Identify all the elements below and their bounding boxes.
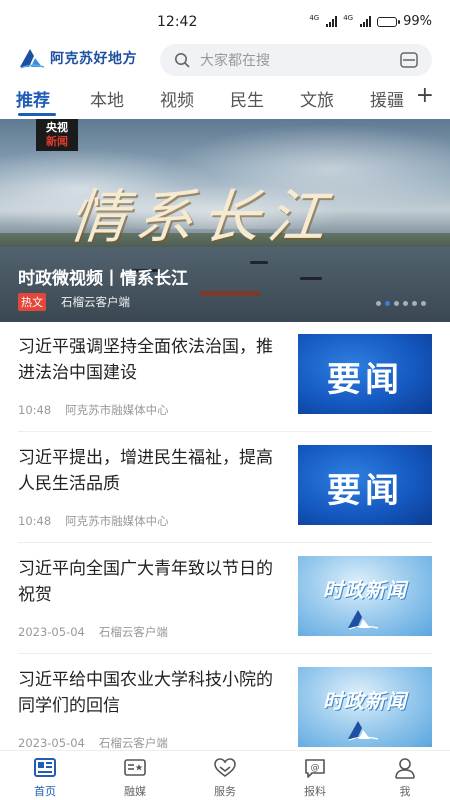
news-item[interactable]: 习近平向全国广大青年致以节日的祝贺 2023-05-04 石榴云客户端 时政新闻 <box>0 544 450 654</box>
status-time: 12:42 <box>157 14 198 30</box>
nav-profile[interactable]: 我 <box>375 757 435 799</box>
hot-tag: 热文 <box>18 293 46 311</box>
status-icons: 4G 4G 99% <box>309 13 432 30</box>
signal-icon <box>326 16 338 27</box>
news-thumbnail: 要闻 <box>298 445 432 525</box>
logo-line-1: 央视 <box>46 121 68 134</box>
status-bar: 12:42 4G 4G 99% <box>0 0 450 40</box>
boat <box>200 291 260 296</box>
profile-icon <box>395 758 415 779</box>
home-icon <box>34 758 56 777</box>
news-time: 10:48 <box>18 403 52 417</box>
tab-culture-tourism[interactable]: 文旅 <box>300 86 334 111</box>
report-icon: @ <box>305 759 325 778</box>
active-tab-indicator <box>18 113 56 116</box>
nav-label: 融媒 <box>124 785 146 798</box>
news-meta: 10:48 阿克苏市融媒体中心 <box>18 402 169 418</box>
news-title: 习近平强调坚持全面依法治国，推进法治中国建设 <box>18 337 273 383</box>
app-logo[interactable]: 阿克苏好地方 <box>18 46 137 70</box>
news-meta: 2023-05-04 石榴云客户端 <box>18 624 168 640</box>
carousel-dot[interactable] <box>403 301 408 306</box>
news-title: 习近平给中国农业大学科技小院的同学们的回信 <box>18 670 273 716</box>
search-placeholder: 大家都在搜 <box>200 53 270 69</box>
news-source: 阿克苏市融媒体中心 <box>65 403 169 417</box>
logo-line-2: 新闻 <box>46 135 68 148</box>
news-thumbnail: 时政新闻 <box>298 667 432 747</box>
nav-label: 首页 <box>34 785 56 798</box>
news-time: 2023-05-04 <box>18 625 85 639</box>
station-logo-icon <box>348 610 379 630</box>
news-time: 10:48 <box>18 514 52 528</box>
nav-label: 我 <box>399 785 411 798</box>
banner-calligraphy: 情系长江 <box>65 183 338 251</box>
banner-source: 石榴云客户端 <box>61 295 130 309</box>
nav-media[interactable]: 融媒 <box>105 757 165 799</box>
media-icon <box>124 759 146 776</box>
news-title: 习近平向全国广大青年致以节日的祝贺 <box>18 559 273 605</box>
news-item[interactable]: 习近平强调坚持全面依法治国，推进法治中国建设 10:48 阿克苏市融媒体中心 要闻 <box>0 322 450 432</box>
tab-video[interactable]: 视频 <box>160 86 194 111</box>
app-name: 阿克苏好地方 <box>50 51 137 67</box>
thumb-text: 时政新闻 <box>323 578 407 602</box>
boat <box>250 261 268 264</box>
carousel-dots <box>376 301 426 306</box>
battery-percent: 99% <box>403 14 432 29</box>
service-icon <box>214 758 236 777</box>
news-item[interactable]: 习近平提出，增进民生福祉，提高人民生活品质 10:48 阿克苏市融媒体中心 要闻 <box>0 433 450 543</box>
nav-service[interactable]: 服务 <box>195 757 255 799</box>
news-thumbnail: 时政新闻 <box>298 556 432 636</box>
banner-title[interactable]: 时政微视频丨情系长江 <box>18 264 188 289</box>
nav-report[interactable]: @ 报料 <box>285 757 345 799</box>
svg-text:@: @ <box>311 763 320 773</box>
thumb-text: 时政新闻 <box>323 689 407 713</box>
search-icon <box>175 53 190 68</box>
divider <box>18 653 432 654</box>
news-thumbnail: 要闻 <box>298 334 432 414</box>
tab-aid-xinjiang[interactable]: 援疆 <box>370 86 404 111</box>
tab-recommend[interactable]: 推荐 <box>16 86 50 111</box>
search-bar[interactable]: 大家都在搜 <box>160 44 432 76</box>
news-source: 石榴云客户端 <box>98 736 168 750</box>
network-type-2: 4G <box>343 13 354 22</box>
logo-icon <box>20 49 45 69</box>
news-time: 2023-05-04 <box>18 736 85 750</box>
news-source: 石榴云客户端 <box>98 625 168 639</box>
tab-livelihood[interactable]: 民生 <box>230 86 264 111</box>
carousel-dot[interactable] <box>421 301 426 306</box>
news-item[interactable]: 习近平给中国农业大学科技小院的同学们的回信 2023-05-04 石榴云客户端 时… <box>0 655 450 765</box>
scan-icon[interactable] <box>400 52 418 68</box>
nav-label: 服务 <box>214 785 236 798</box>
add-channel-button[interactable]: + <box>416 84 434 108</box>
channel-tabs: 推荐 本地 视频 民生 文旅 援疆 + <box>0 80 450 116</box>
nav-label: 报料 <box>304 785 326 798</box>
cctv-news-logo: 央视 新闻 <box>36 119 78 151</box>
app-header: 阿克苏好地方 大家都在搜 <box>0 40 450 78</box>
network-type-1: 4G <box>309 13 320 22</box>
boat <box>300 277 322 280</box>
divider <box>18 431 432 432</box>
battery-icon <box>377 16 401 27</box>
thumb-text: 要闻 <box>327 360 403 400</box>
carousel-dot[interactable] <box>412 301 417 306</box>
carousel-dot[interactable] <box>385 301 390 306</box>
station-logo-icon <box>348 721 379 741</box>
news-title: 习近平提出，增进民生福祉，提高人民生活品质 <box>18 448 273 494</box>
carousel-dot[interactable] <box>394 301 399 306</box>
bottom-navigation: 首页 融媒 服务 @ 报料 我 <box>0 750 450 800</box>
nav-home[interactable]: 首页 <box>15 757 75 799</box>
news-meta: 2023-05-04 石榴云客户端 <box>18 735 168 751</box>
divider <box>18 542 432 543</box>
news-source: 阿克苏市融媒体中心 <box>65 514 169 528</box>
signal-icon <box>360 16 372 27</box>
carousel-dot[interactable] <box>376 301 381 306</box>
news-meta: 10:48 阿克苏市融媒体中心 <box>18 513 169 529</box>
thumb-text: 要闻 <box>327 471 403 511</box>
tab-local[interactable]: 本地 <box>90 86 124 111</box>
